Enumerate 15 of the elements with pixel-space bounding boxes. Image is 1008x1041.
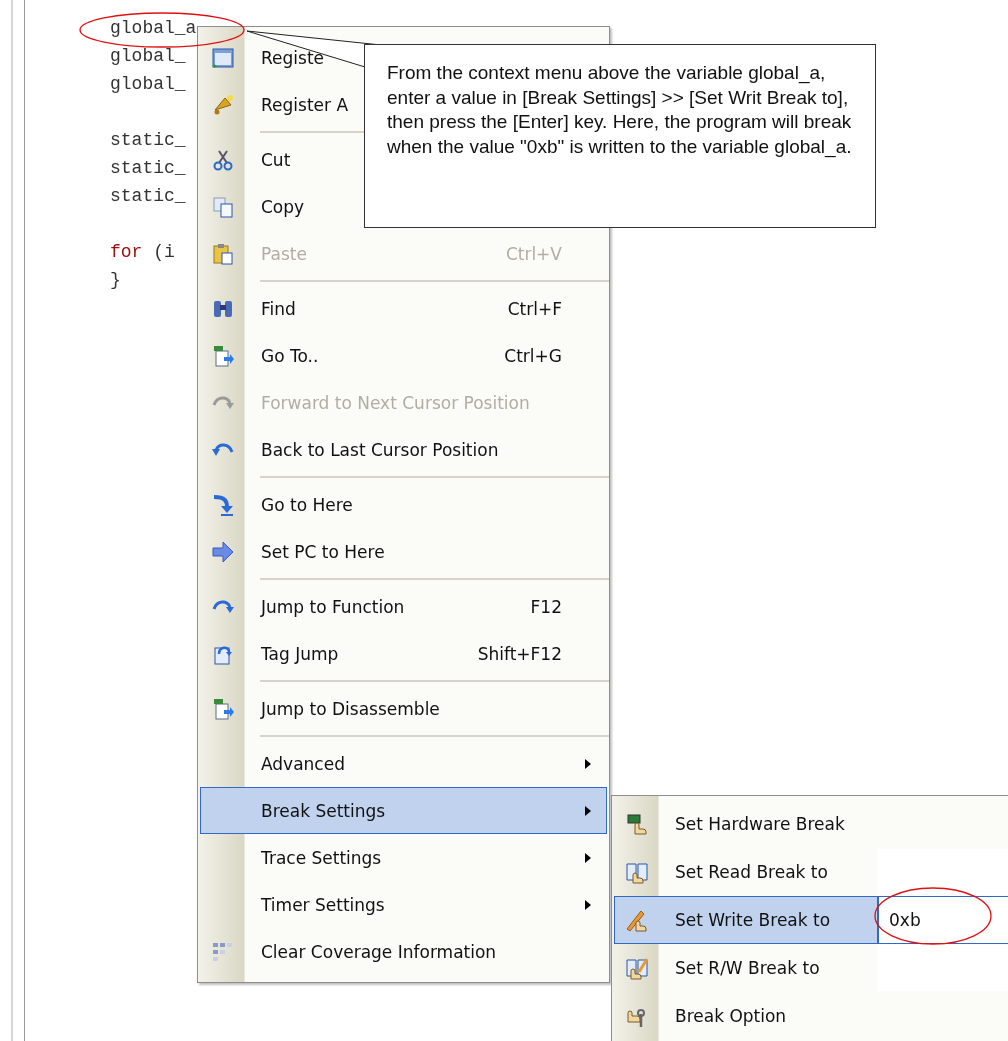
code-line: global_: [110, 46, 186, 66]
code-line: }: [110, 270, 121, 290]
code-keyword: for: [110, 242, 143, 262]
shortcut-label: Ctrl+V: [505, 243, 562, 264]
shortcut-label: Shift+F12: [477, 643, 562, 664]
code-text: (i: [152, 242, 175, 262]
code-line: global_a: [110, 18, 197, 38]
code-line: static_: [110, 130, 186, 150]
shortcut-label: F12: [530, 596, 562, 617]
shortcut-label: Ctrl+G: [504, 345, 562, 366]
shortcut-label: Ctrl+F: [507, 298, 562, 319]
code-line: global_: [110, 74, 186, 94]
callout-tooltip: From the context menu above the variable global_a, enter a value in [Break Settings] >> [Set Writ Break to], then press the [Enter] key. Here, the program will break when the value "0xb" is written to the variable global_a.: [364, 44, 876, 228]
code-line: static_: [110, 158, 186, 178]
code-line: static_: [110, 186, 186, 206]
